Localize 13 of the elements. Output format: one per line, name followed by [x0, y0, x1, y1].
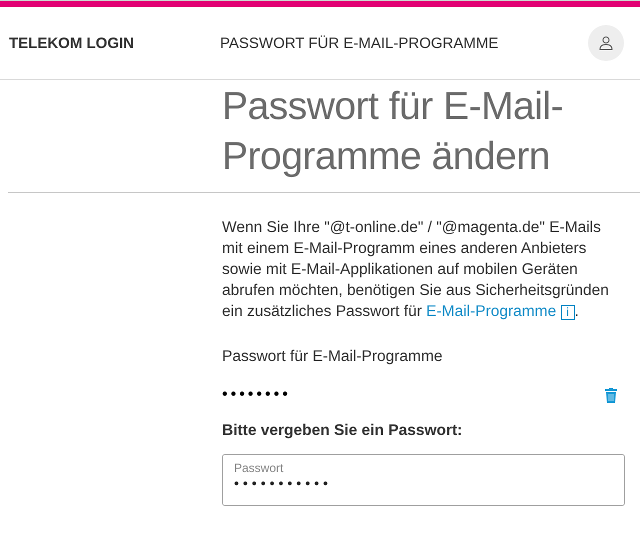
- current-password-value: ••••••••: [222, 386, 291, 404]
- password-field[interactable]: Passwort •••••••••••: [222, 454, 625, 506]
- page-title: PASSWORT FÜR E-MAIL-PROGRAMME: [220, 34, 500, 52]
- info-button[interactable]: i: [560, 305, 575, 320]
- email-programs-link[interactable]: E-Mail-Programme: [426, 303, 556, 320]
- intro-paragraph: Wenn Sie Ihre "@t-online.de" / "@magenta.de" E-Mails mit einem E-Mail-Programm eines anderen Anbieters sowie mit E-Mail-Applikationen auf mobilen Geräten abrufen möchten, benötigen Sie aus Sicherheitsgründen ein zusätzliches Passwort für E-Mail-Programme i .: [222, 218, 610, 322]
- page-heading: Passwort für E-Mail-Programme ändern: [222, 84, 564, 180]
- section-heading: Bitte vergeben Sie ein Passwort:: [222, 422, 464, 440]
- user-icon: [599, 36, 613, 50]
- brand-title: TELEKOM LOGIN: [9, 34, 135, 52]
- trash-icon[interactable]: [605, 388, 617, 402]
- user-avatar-button[interactable]: [588, 25, 624, 61]
- field-label: Passwort für E-Mail-Programme: [222, 348, 444, 366]
